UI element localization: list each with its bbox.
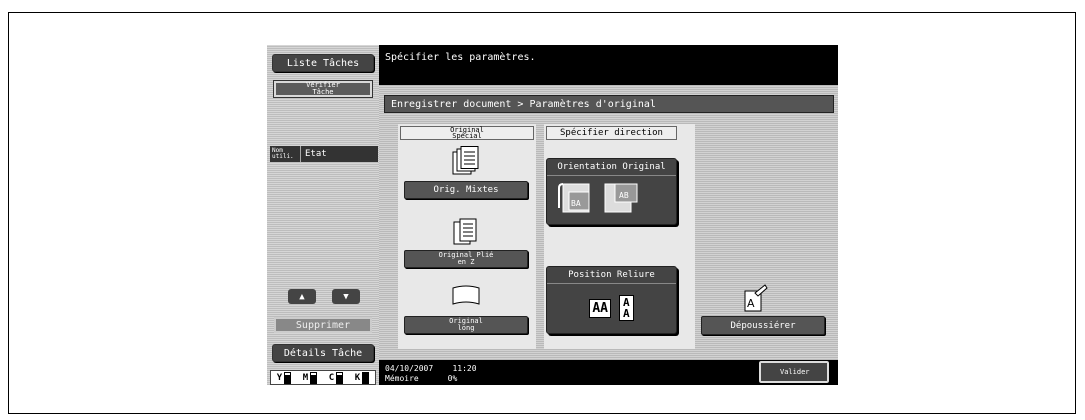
original-plie-en-z-label: Original Plié en Z bbox=[438, 251, 494, 266]
toner-m: M bbox=[302, 371, 318, 384]
liste-taches-label: Liste Tâches bbox=[286, 57, 360, 69]
toner-m-gauge-icon bbox=[310, 371, 318, 384]
scroll-down-button[interactable]: ▼ bbox=[332, 289, 360, 304]
orig-mixtes-label: Orig. Mixtes bbox=[433, 185, 499, 195]
toner-m-label: M bbox=[302, 372, 309, 383]
details-tache-label: Détails Tâche bbox=[283, 347, 363, 359]
depoussierer-label: Dépoussiérer bbox=[730, 320, 796, 331]
status-memoire-percent: 0% bbox=[447, 374, 458, 383]
position-reliure-button[interactable]: Position Reliure AA AA bbox=[546, 266, 677, 334]
binding-left-icon: AA bbox=[589, 298, 612, 318]
toner-y-gauge-icon bbox=[284, 371, 292, 384]
status-memoire-label: Mémoire bbox=[385, 374, 419, 383]
orig-mixtes-button[interactable]: Orig. Mixtes bbox=[404, 181, 528, 199]
toner-c-gauge-icon bbox=[336, 371, 344, 384]
position-reliure-label: Position Reliure bbox=[547, 267, 676, 284]
status-memory: Mémoire 0% bbox=[385, 374, 457, 383]
arrow-down-icon: ▼ bbox=[343, 291, 349, 302]
status-time: 11:20 bbox=[452, 364, 477, 373]
scroll-up-button[interactable]: ▲ bbox=[288, 289, 316, 304]
orientation-original-button[interactable]: Orientation Original AB BA bbox=[546, 158, 677, 225]
verifier-tache-button[interactable]: Vérifier Tâche bbox=[273, 80, 373, 98]
binding-top-icon: AA bbox=[619, 295, 634, 321]
toner-c: C bbox=[328, 371, 344, 384]
valider-button[interactable]: Valider bbox=[758, 360, 830, 384]
toner-y-label: Y bbox=[276, 372, 283, 383]
col-etat: Etat bbox=[305, 149, 327, 159]
breadcrumb: Enregistrer document > Paramètres d'orig… bbox=[384, 95, 834, 113]
long-original-icon bbox=[452, 285, 480, 305]
original-plie-en-z-button[interactable]: Original Plié en Z bbox=[404, 250, 528, 268]
original-long-label: Original long bbox=[449, 317, 483, 332]
binding-top-letter-2: A bbox=[623, 307, 630, 320]
status-datetime: 04/10/2007 11:20 bbox=[385, 364, 477, 373]
toner-k-label: K bbox=[354, 372, 361, 383]
valider-label: Valider bbox=[780, 367, 810, 376]
svg-text:BA: BA bbox=[571, 199, 581, 208]
message-bar: Spécifier les paramètres. bbox=[379, 45, 838, 85]
message-text: Spécifier les paramètres. bbox=[385, 52, 536, 63]
direction-tab: Spécifier direction bbox=[546, 126, 677, 140]
col-nom-utilisateur: Nom utili. bbox=[270, 146, 301, 162]
binding-position-icon: AA AA bbox=[547, 284, 676, 332]
depoussierer-button[interactable]: Dépoussiérer bbox=[701, 316, 825, 335]
supprimer-button[interactable]: Supprimer bbox=[274, 317, 372, 333]
liste-taches-button[interactable]: Liste Tâches bbox=[272, 54, 374, 72]
original-special-tab: Original Spécial bbox=[400, 126, 534, 140]
z-folded-original-icon bbox=[453, 218, 477, 245]
toner-k-gauge-icon bbox=[362, 371, 370, 384]
details-tache-button[interactable]: Détails Tâche bbox=[272, 344, 374, 362]
svg-text:AB: AB bbox=[619, 191, 629, 200]
svg-text:A: A bbox=[747, 297, 755, 310]
orientation-icon: AB BA bbox=[558, 183, 638, 213]
direction-tab-label: Spécifier direction bbox=[560, 128, 663, 138]
status-date: 04/10/2007 bbox=[385, 364, 434, 373]
original-special-tab-label: Original Spécial bbox=[450, 126, 484, 140]
orientation-original-label: Orientation Original bbox=[547, 159, 676, 176]
original-long-button[interactable]: Original long bbox=[404, 316, 528, 334]
toner-c-label: C bbox=[328, 372, 335, 383]
depoussierer-icon: A bbox=[744, 284, 768, 312]
supprimer-label: Supprimer bbox=[295, 319, 351, 331]
arrow-up-icon: ▲ bbox=[299, 291, 305, 302]
verifier-tache-label: Vérifier Tâche bbox=[306, 81, 340, 96]
toner-levels: Y M C K bbox=[270, 370, 376, 385]
toner-y: Y bbox=[276, 371, 292, 384]
mixed-originals-icon bbox=[452, 146, 479, 175]
toner-k: K bbox=[354, 371, 370, 384]
job-list-header: Nom utili. Etat bbox=[270, 146, 378, 162]
breadcrumb-text: Enregistrer document > Paramètres d'orig… bbox=[391, 98, 656, 110]
